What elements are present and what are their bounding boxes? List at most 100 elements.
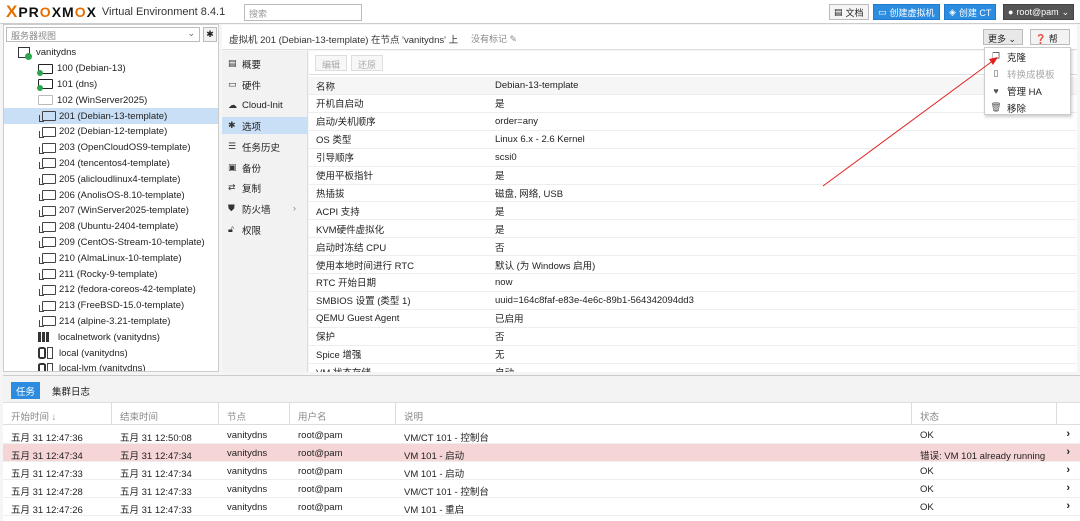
pencil-icon[interactable]: ✎ bbox=[510, 34, 518, 44]
option-row[interactable]: 使用平板指针 是 bbox=[309, 167, 1077, 185]
option-row[interactable]: 热插拔 磁盘, 网络, USB bbox=[309, 184, 1077, 203]
tree-item[interactable]: 205 (alicloudlinux4-template) bbox=[4, 171, 218, 187]
docs-button[interactable]: ▤ 文档 bbox=[829, 4, 869, 20]
edit-button[interactable]: 编辑 bbox=[315, 55, 348, 71]
column-header[interactable]: 说明 bbox=[396, 403, 912, 425]
template-icon bbox=[39, 284, 56, 296]
file-icon: ▯ bbox=[993, 68, 999, 78]
option-row[interactable]: SMBIOS 设置 (类型 1) uuid=164c8faf-e83e-4e6c-… bbox=[309, 292, 1077, 310]
tree-item-label: 100 (Debian-13) bbox=[57, 63, 126, 75]
menu-item[interactable]: ⇄ 复制 bbox=[222, 179, 308, 196]
column-header[interactable]: 节点 bbox=[219, 403, 290, 425]
option-row[interactable]: 引导顺序 scsi0 bbox=[309, 149, 1077, 167]
storage-icon bbox=[38, 347, 57, 360]
task-cell-user: root@pam bbox=[298, 466, 343, 477]
menu-item[interactable]: ☁ Cloud-Init bbox=[222, 97, 308, 114]
menu-item[interactable]: ▤ 概要 bbox=[222, 55, 308, 72]
tags-label[interactable]: 没有标记 ✎ bbox=[471, 32, 517, 45]
revert-button[interactable]: 还原 bbox=[351, 55, 384, 71]
option-row[interactable]: 名称 Debian-13-template bbox=[309, 77, 1077, 95]
search-input[interactable]: 搜索 bbox=[244, 4, 362, 21]
option-row[interactable]: RTC 开始日期 now bbox=[309, 274, 1077, 292]
tree-item-label: 202 (Debian-12-template) bbox=[59, 126, 168, 138]
column-header[interactable]: 开始时间 ↓ bbox=[3, 403, 112, 425]
tree-item[interactable]: 210 (AlmaLinux-10-template) bbox=[4, 250, 218, 266]
option-key: ACPI 支持 bbox=[316, 206, 360, 218]
chevron-right-icon[interactable]: › bbox=[1066, 482, 1070, 494]
column-header[interactable]: 状态 bbox=[912, 403, 1057, 425]
task-row[interactable]: 五月 31 12:47:34 五月 31 12:47:34 vanitydns roo… bbox=[3, 444, 1080, 462]
menu-item[interactable]: 🔓︎ 权限 bbox=[222, 221, 308, 238]
create-ct-button[interactable]: ◈ 创建 CT bbox=[944, 4, 997, 20]
chevron-right-icon[interactable]: › bbox=[293, 203, 296, 214]
option-row[interactable]: VM 状态存储自动 bbox=[309, 363, 1077, 372]
tree-item[interactable]: 201 (Debian-13-template) bbox=[4, 108, 218, 124]
chevron-right-icon[interactable]: › bbox=[1066, 428, 1070, 440]
dropdown-item[interactable]: ♥ 管理 HA bbox=[985, 82, 1072, 99]
tree-item[interactable]: 206 (AnolisOS-8.10-template) bbox=[4, 187, 218, 203]
user-menu-button[interactable]: ● root@pam ⌄ bbox=[1003, 4, 1075, 20]
task-row[interactable]: 五月 31 12:47:36 五月 31 12:50:08 vanitydns roo… bbox=[3, 426, 1080, 444]
option-row[interactable]: 启动时冻结 CPU 否 bbox=[309, 238, 1077, 257]
tree-item[interactable]: 204 (tencentos4-template) bbox=[4, 156, 218, 172]
option-value: uuid=164c8faf-e83e-4e6c-89b1-564342094dd… bbox=[495, 294, 694, 306]
option-row[interactable]: 启动/关机顺序 order=any bbox=[309, 113, 1077, 131]
menu-item-label: 任务历史 bbox=[242, 142, 281, 154]
tree-item[interactable]: 209 (CentOS-Stream-10-template) bbox=[4, 235, 218, 251]
dropdown-item[interactable]: ❐ 克隆 bbox=[985, 48, 1072, 65]
template-icon bbox=[39, 316, 56, 328]
task-row[interactable]: 五月 31 12:47:33 五月 31 12:47:34 vanitydns roo… bbox=[3, 462, 1080, 480]
tree-item[interactable]: 214 (alpine-3.21-template) bbox=[4, 314, 218, 330]
task-row[interactable]: 五月 31 12:47:26 五月 31 12:47:33 vanitydns roo… bbox=[3, 498, 1080, 516]
dropdown-item[interactable]: ▯ 转换成模板 bbox=[985, 65, 1072, 82]
book-icon: ▤ bbox=[834, 6, 843, 17]
option-row[interactable]: KVM硬件虚拟化 是 bbox=[309, 220, 1077, 239]
column-header[interactable]: 用户名 bbox=[290, 403, 396, 425]
task-cell-node: vanitydns bbox=[227, 466, 268, 477]
view-selector[interactable]: 服务器视图 ⌄ bbox=[6, 27, 200, 42]
option-row[interactable]: ACPI 支持 是 bbox=[309, 202, 1077, 221]
option-row[interactable]: 使用本地时间进行 RTC 默认 (为 Windows 启用) bbox=[309, 256, 1077, 274]
template-icon bbox=[39, 111, 56, 123]
dropdown-item[interactable]: 🗑︎ 移除 bbox=[985, 99, 1072, 116]
tab-tasks[interactable]: 任务 bbox=[11, 382, 41, 399]
tree-item[interactable]: 202 (Debian-12-template) bbox=[4, 124, 218, 140]
tree-item[interactable]: 213 (FreeBSD-15.0-template) bbox=[4, 298, 218, 314]
help-button[interactable]: ❓ 帮助 bbox=[1030, 29, 1070, 57]
more-button[interactable]: 更多 ⌄ bbox=[983, 29, 1023, 45]
option-row[interactable]: OS 类型 Linux 6.x - 2.6 Kernel bbox=[309, 131, 1077, 149]
tree-item[interactable]: local (vanitydns) bbox=[4, 345, 218, 361]
tree-item[interactable]: 208 (Ubuntu-2404-template) bbox=[4, 219, 218, 235]
menu-item[interactable]: ▣ 备份 bbox=[222, 159, 308, 176]
tree-item[interactable]: ⌄vanitydns bbox=[4, 45, 218, 61]
tree-item[interactable]: 212 (fedora-coreos-42-template) bbox=[4, 282, 218, 298]
tree-item[interactable]: 100 (Debian-13) bbox=[4, 61, 218, 77]
menu-item-label: 概要 bbox=[242, 59, 262, 71]
task-cell-end: 五月 31 12:47:33 bbox=[120, 505, 192, 516]
menu-item[interactable]: ☰ 任务历史 bbox=[222, 138, 308, 155]
option-row[interactable]: Spice 增强 无 bbox=[309, 346, 1077, 364]
option-row[interactable]: QEMU Guest Agent 已启用 bbox=[309, 310, 1077, 328]
tree-item[interactable]: localnetwork (vanitydns) bbox=[4, 329, 218, 345]
menu-item[interactable]: ⛊ 防火墙 › bbox=[222, 200, 308, 217]
task-row[interactable]: 五月 31 12:47:28 五月 31 12:47:33 vanitydns roo… bbox=[3, 480, 1080, 498]
tree-item[interactable]: 102 (WinServer2025) bbox=[4, 92, 218, 108]
create-vm-button[interactable]: ▭ 创建虚拟机 bbox=[873, 4, 940, 20]
column-header[interactable]: 结束时间 bbox=[112, 403, 219, 425]
task-cell-desc: VM/CT 101 - 控制台 bbox=[404, 487, 489, 498]
menu-item[interactable]: ▭ 硬件 bbox=[222, 76, 308, 93]
chevron-right-icon[interactable]: › bbox=[1066, 446, 1070, 458]
tab-cluster-log[interactable]: 集群日志 bbox=[47, 382, 95, 399]
gear-icon[interactable]: ✱ bbox=[203, 27, 217, 42]
cube-icon: ◈ bbox=[949, 6, 956, 17]
chevron-right-icon[interactable]: › bbox=[1066, 500, 1070, 512]
tree-item[interactable]: 211 (Rocky-9-template) bbox=[4, 266, 218, 282]
menu-item[interactable]: ✱ 选项 bbox=[222, 117, 308, 134]
tree-item[interactable]: 101 (dns) bbox=[4, 77, 218, 93]
option-row[interactable]: 保护 否 bbox=[309, 328, 1077, 346]
chevron-right-icon[interactable]: › bbox=[1066, 464, 1070, 476]
option-row[interactable]: 开机自启动 是 bbox=[309, 95, 1077, 113]
tree-item[interactable]: local-lvm (vanitydns) bbox=[4, 361, 218, 371]
tree-item[interactable]: 207 (WinServer2025-template) bbox=[4, 203, 218, 219]
tree-item[interactable]: 203 (OpenCloudOS9-template) bbox=[4, 140, 218, 156]
